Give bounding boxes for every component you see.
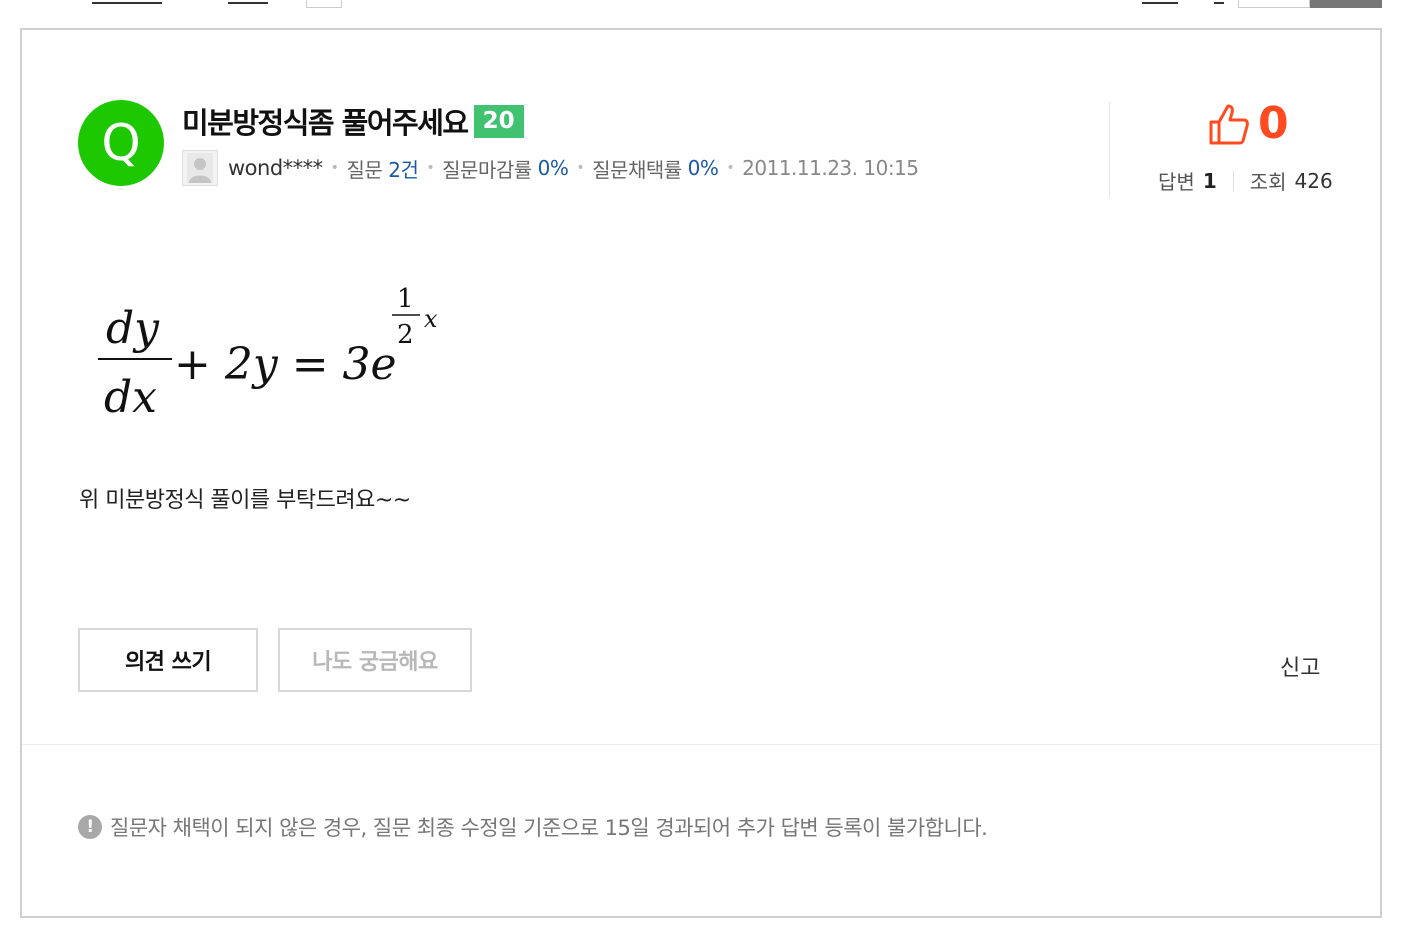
equation-image: dy dx + 2y = 3e 1 2 x xyxy=(92,275,492,429)
top-search-button[interactable] xyxy=(1310,0,1382,8)
question-q-badge: Q xyxy=(78,100,164,186)
eq-exp-denominator: 2 xyxy=(397,320,414,350)
avatar-placeholder-icon xyxy=(187,153,213,183)
q-badge-letter: Q xyxy=(101,114,141,172)
adopt-rate-label: 질문채택률 xyxy=(592,157,682,182)
equation-svg: dy dx + 2y = 3e 1 2 x xyxy=(98,284,438,423)
top-toolbar-partial xyxy=(0,0,1404,10)
meta-separator: • xyxy=(576,160,585,176)
top-checkbox[interactable] xyxy=(306,0,342,8)
eq-exp-numerator: 1 xyxy=(397,284,414,314)
eq-numerator: dy xyxy=(106,303,160,354)
top-nav-fragment xyxy=(92,0,162,4)
close-rate: 0% xyxy=(537,156,569,180)
section-divider xyxy=(22,744,1380,745)
eq-denominator: dx xyxy=(104,372,157,423)
views-label: 조회 xyxy=(1249,170,1287,194)
notice-text: 질문자 채택이 되지 않은 경우, 질문 최종 수정일 기준으로 15일 경과되… xyxy=(110,816,988,840)
meta-separator: • xyxy=(726,160,735,176)
answers-label: 답변 xyxy=(1158,170,1195,194)
question-count: 2건 xyxy=(388,157,419,182)
top-nav-fragment xyxy=(1142,0,1178,4)
header-divider xyxy=(1109,102,1110,198)
top-search-input[interactable] xyxy=(1238,0,1310,8)
answers-count: 1 xyxy=(1202,168,1217,193)
answer-closed-notice: ! 질문자 채택이 되지 않은 경우, 질문 최종 수정일 기준으로 15일 경… xyxy=(78,812,988,842)
question-body: 위 미분방정식 풀이를 부탁드려요~~ xyxy=(79,488,411,513)
views-count: 426 xyxy=(1294,168,1333,193)
warning-icon: ! xyxy=(78,815,102,839)
meta-separator: • xyxy=(426,160,435,176)
eq-exp-var: x xyxy=(424,305,438,333)
avatar[interactable] xyxy=(182,150,218,186)
like-count: 0 xyxy=(1258,98,1289,149)
adopt-rate: 0% xyxy=(687,156,719,180)
top-nav-fragment xyxy=(1214,0,1224,4)
question-title: 미분방정식좀 풀어주세요 xyxy=(182,106,469,140)
me-too-curious-button[interactable]: 나도 궁금해요 xyxy=(278,628,472,692)
question-stats: 답변 1 조회 426 xyxy=(1158,166,1333,195)
author-name[interactable]: wond**** xyxy=(228,156,323,180)
points-badge: 20 xyxy=(473,104,524,138)
question-count-label: 질문 xyxy=(346,157,383,182)
like-button[interactable]: 0 xyxy=(1208,98,1289,149)
report-link[interactable]: 신고 xyxy=(1280,650,1320,682)
question-card: Q 미분방정식좀 풀어주세요 20 wond**** • 질문 2건 • 질문마… xyxy=(20,28,1382,918)
stat-separator xyxy=(1232,170,1234,191)
question-meta: wond**** • 질문 2건 • 질문마감률 0% • 질문채택률 0% •… xyxy=(182,150,919,186)
close-rate-label: 질문마감률 xyxy=(442,157,532,182)
top-nav-fragment xyxy=(228,0,268,4)
write-opinion-button[interactable]: 의견 쓰기 xyxy=(78,628,258,692)
post-datetime: 2011.11.23. 10:15 xyxy=(742,156,919,180)
title-row: 미분방정식좀 풀어주세요 20 xyxy=(182,100,524,142)
meta-separator: • xyxy=(330,160,339,176)
eq-rest: + 2y = 3e xyxy=(174,339,397,390)
thumbs-up-icon xyxy=(1209,104,1249,144)
